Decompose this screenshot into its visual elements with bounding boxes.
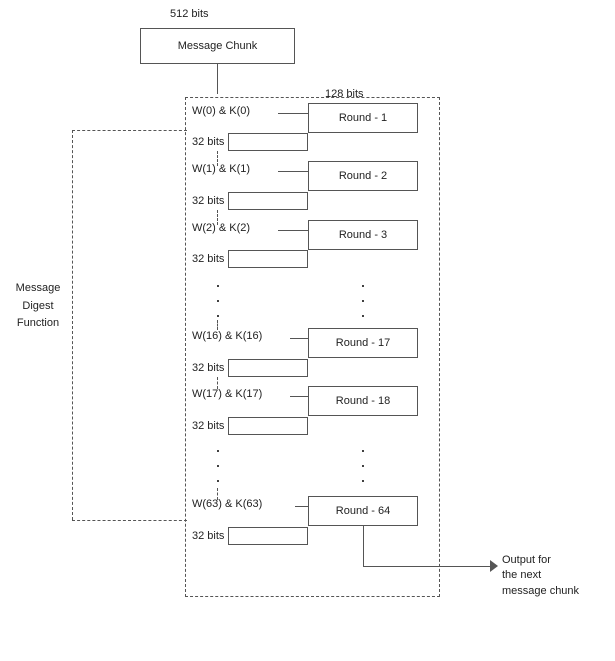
- round3-32bit-box: [228, 250, 308, 268]
- message-chunk-label: Message Chunk: [178, 40, 258, 52]
- diagram: 512 bits Message Chunk 128 bits W(0) & K…: [0, 0, 615, 661]
- round1-box: Round - 1: [308, 103, 418, 133]
- line-w1-to-round2: [278, 171, 308, 172]
- round2-32bit-box: [228, 192, 308, 210]
- message-digest-label: MessageDigestFunction: [8, 280, 68, 333]
- line-w2-to-round3: [278, 230, 308, 231]
- line-w0-to-round1: [278, 113, 308, 114]
- label-32bits-5: 32 bits: [192, 420, 224, 432]
- round18-label: Round - 18: [336, 395, 390, 407]
- label-512bits: 512 bits: [170, 8, 209, 20]
- output-label: Output forthe nextmessage chunk: [502, 553, 579, 599]
- dots-6: ·: [215, 470, 221, 491]
- round2-label: Round - 2: [339, 170, 387, 182]
- label-32bits-6: 32 bits: [192, 530, 224, 542]
- round18-32bit-box: [228, 417, 308, 435]
- line-w17-to-round18: [290, 396, 308, 397]
- label-32bits-4: 32 bits: [192, 362, 224, 374]
- label-w17k17: W(17) & K(17): [192, 388, 262, 400]
- round3-box: Round - 3: [308, 220, 418, 250]
- arrow-output: [490, 560, 498, 572]
- round17-box: Round - 17: [308, 328, 418, 358]
- dots-r3: ·: [360, 305, 368, 326]
- dots-r6: ·: [360, 470, 366, 491]
- label-32bits-2: 32 bits: [192, 195, 224, 207]
- label-w16k16: W(16) & K(16): [192, 330, 262, 342]
- round64-label: Round - 64: [336, 505, 390, 517]
- line-w16-to-round17: [290, 338, 308, 339]
- round17-label: Round - 17: [336, 337, 390, 349]
- line-sep-317: [217, 320, 218, 330]
- round1-label: Round - 1: [339, 112, 387, 124]
- bracket-bottom-h: [72, 520, 187, 521]
- message-chunk-box: Message Chunk: [140, 28, 295, 64]
- bracket-left-v: [72, 130, 73, 520]
- round2-box: Round - 2: [308, 161, 418, 191]
- line-w63-to-round64: [295, 506, 308, 507]
- round64-32bit-box: [228, 527, 308, 545]
- round1-32bit-box: [228, 133, 308, 151]
- round17-32bit-box: [228, 359, 308, 377]
- label-w63k63: W(63) & K(63): [192, 498, 262, 510]
- label-w0k0: W(0) & K(0): [192, 105, 250, 117]
- round3-label: Round - 3: [339, 229, 387, 241]
- label-32bits-3: 32 bits: [192, 253, 224, 265]
- round64-box: Round - 64: [308, 496, 418, 526]
- line-mc-down: [217, 64, 218, 94]
- round18-box: Round - 18: [308, 386, 418, 416]
- line-output-h: [363, 566, 493, 567]
- label-w1k1: W(1) & K(1): [192, 163, 250, 175]
- label-w2k2: W(2) & K(2): [192, 222, 250, 234]
- bracket-top-h: [72, 130, 187, 131]
- label-32bits-1: 32 bits: [192, 136, 224, 148]
- line-output-down: [363, 526, 364, 566]
